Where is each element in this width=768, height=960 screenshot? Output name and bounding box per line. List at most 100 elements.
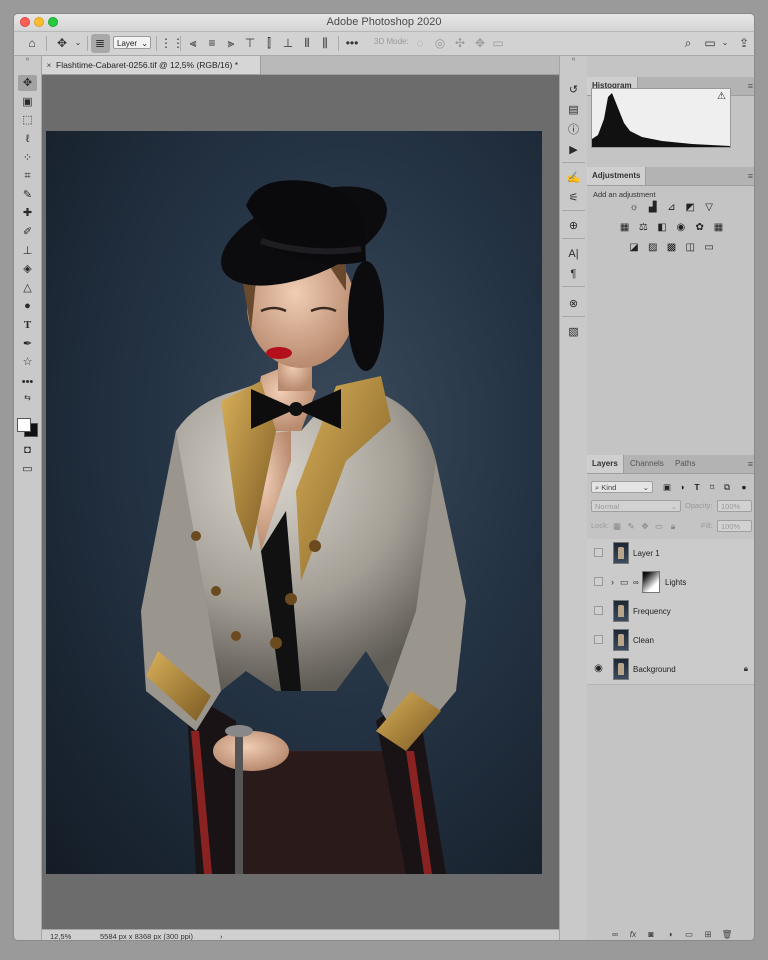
chevron-down-icon[interactable]: ⌄ bbox=[717, 35, 733, 51]
chevron-right-icon[interactable]: › bbox=[220, 930, 223, 940]
panel-menu-icon[interactable]: ≡ bbox=[748, 455, 753, 473]
pan-3d-icon[interactable]: ✣ bbox=[452, 35, 468, 51]
align-center-icon[interactable]: ≡ bbox=[204, 35, 220, 51]
roll-3d-icon[interactable]: ◎ bbox=[432, 35, 448, 51]
distribute-icon[interactable]: ⦀ bbox=[299, 35, 315, 51]
layer-row[interactable]: Layer 1 bbox=[587, 539, 754, 569]
pen-tool-icon[interactable]: ✒ bbox=[18, 336, 37, 352]
foreground-color-swatch[interactable] bbox=[17, 418, 31, 432]
new-group-icon[interactable]: ▭ bbox=[683, 929, 695, 940]
align-top-icon[interactable]: ⊤ bbox=[242, 35, 258, 51]
brush-settings-icon[interactable]: ⚟ bbox=[565, 190, 582, 206]
eraser-tool-icon[interactable]: ◈ bbox=[18, 261, 37, 277]
healing-brush-tool-icon[interactable]: ✚ bbox=[18, 205, 37, 221]
eyedropper-tool-icon[interactable]: ✎ bbox=[18, 187, 37, 203]
filter-pixel-icon[interactable]: ▣ bbox=[661, 481, 673, 493]
panel-menu-icon[interactable]: ≡ bbox=[748, 77, 753, 95]
align-left-icon[interactable]: ⫷ bbox=[185, 35, 201, 51]
distribute-spacing-icon[interactable]: ⫼ bbox=[317, 35, 333, 51]
zoom-level[interactable]: 12,5% bbox=[50, 930, 71, 940]
filter-shape-icon[interactable]: ⌑ bbox=[706, 481, 718, 493]
link-layers-icon[interactable]: ∞ bbox=[609, 929, 621, 939]
black-white-icon[interactable]: ◧ bbox=[655, 222, 669, 234]
chevron-right-icon[interactable]: › bbox=[611, 568, 614, 597]
more-options-icon[interactable]: ••• bbox=[344, 35, 360, 51]
info-icon[interactable]: ⓘ bbox=[565, 122, 582, 138]
auto-select-target-dropdown[interactable]: Layer ⌄ bbox=[113, 36, 151, 49]
fx-icon[interactable]: fx bbox=[627, 929, 639, 939]
brightness-contrast-icon[interactable]: ☼ bbox=[627, 202, 641, 214]
tab-adjustments[interactable]: Adjustments bbox=[587, 167, 647, 185]
search-icon[interactable]: ⌕ bbox=[680, 35, 696, 51]
channel-mixer-icon[interactable]: ✿ bbox=[693, 222, 707, 234]
align-right-icon[interactable]: ⫸ bbox=[223, 35, 239, 51]
layer-group-row[interactable]: › ▭ ∞ Lights bbox=[587, 568, 754, 598]
chevron-down-icon[interactable]: ⌄ bbox=[70, 35, 86, 51]
brush-tool-icon[interactable]: ✐ bbox=[18, 224, 37, 240]
layer-row[interactable]: Frequency bbox=[587, 597, 754, 627]
filter-adjustment-icon[interactable]: ◑ bbox=[676, 481, 688, 493]
move-tool-icon[interactable]: ✥ bbox=[18, 75, 37, 91]
fill-field[interactable]: 100% bbox=[717, 520, 752, 532]
visibility-toggle[interactable] bbox=[594, 548, 603, 557]
dodge-tool-icon[interactable]: ● bbox=[18, 298, 37, 314]
exposure-icon[interactable]: ◩ bbox=[683, 202, 697, 214]
clone-stamp-tool-icon[interactable]: ⊥ bbox=[18, 243, 37, 259]
trash-icon[interactable]: 🗑︎ bbox=[721, 929, 733, 940]
visibility-toggle[interactable] bbox=[594, 606, 603, 615]
align-bottom-icon[interactable]: ⊥ bbox=[280, 35, 296, 51]
paragraph-icon[interactable]: ¶ bbox=[565, 266, 582, 282]
scale-3d-icon[interactable]: ▭ bbox=[490, 35, 506, 51]
curves-icon[interactable]: ⊿ bbox=[665, 202, 679, 214]
tab-channels[interactable]: Channels bbox=[625, 455, 669, 473]
color-lookup-icon[interactable]: ▦ bbox=[711, 222, 725, 234]
more-tools-icon[interactable]: ••• bbox=[18, 374, 37, 390]
blur-tool-icon[interactable]: △ bbox=[18, 280, 37, 296]
filter-kind-dropdown[interactable]: ⌕ Kind ⌄ bbox=[591, 481, 653, 493]
swap-colors-icon[interactable]: ⇆ bbox=[18, 390, 37, 406]
hue-saturation-icon[interactable]: ▦ bbox=[618, 222, 632, 234]
new-adjustment-layer-icon[interactable]: ◑ bbox=[664, 929, 676, 939]
quick-selection-tool-icon[interactable]: ⁘ bbox=[18, 150, 37, 166]
filter-type-icon[interactable]: T bbox=[691, 481, 703, 493]
layer-mask-thumbnail[interactable] bbox=[642, 571, 660, 593]
layer-row[interactable]: Clean bbox=[587, 626, 754, 656]
visibility-toggle[interactable] bbox=[594, 577, 603, 586]
add-mask-icon[interactable]: ◙ bbox=[645, 929, 657, 939]
character-icon[interactable]: A| bbox=[565, 246, 582, 262]
shape-tool-icon[interactable]: ☆ bbox=[18, 354, 37, 370]
threshold-icon[interactable]: ▩ bbox=[665, 242, 679, 254]
color-balance-icon[interactable]: ⚖ bbox=[636, 222, 650, 234]
lasso-tool-icon[interactable]: ℓ bbox=[18, 131, 37, 147]
lock-position-icon[interactable]: ✥ bbox=[639, 520, 651, 532]
visibility-toggle[interactable] bbox=[594, 635, 603, 644]
minimize-window-button[interactable] bbox=[34, 17, 44, 27]
move-tool-icon[interactable]: ✥ bbox=[54, 35, 70, 51]
selective-color-icon[interactable]: ◫ bbox=[683, 242, 697, 254]
type-tool-icon[interactable]: T bbox=[18, 317, 37, 333]
layer-row[interactable]: ◉ Background 🔒︎ bbox=[587, 655, 754, 685]
transform-controls-icon[interactable]: ⋮⋮ bbox=[160, 35, 184, 51]
tab-layers[interactable]: Layers bbox=[587, 455, 624, 473]
slide-3d-icon[interactable]: ✥ bbox=[472, 35, 488, 51]
quick-mask-icon[interactable]: ◘ bbox=[18, 442, 37, 458]
gradients-icon[interactable]: ▧ bbox=[565, 324, 582, 340]
workspace-icon[interactable]: ▭ bbox=[702, 35, 718, 51]
zoom-window-button[interactable] bbox=[48, 17, 58, 27]
document-canvas[interactable] bbox=[42, 75, 559, 929]
opacity-field[interactable]: 100% bbox=[717, 500, 752, 512]
actions-play-icon[interactable]: ▶ bbox=[565, 142, 582, 158]
photo-filter-icon[interactable]: ◉ bbox=[674, 222, 688, 234]
navigator-icon[interactable]: ⊗ bbox=[565, 296, 582, 312]
tab-paths[interactable]: Paths bbox=[670, 455, 700, 473]
crop-tool-icon[interactable]: ⌗ bbox=[18, 168, 37, 184]
warning-icon[interactable]: ⚠ bbox=[717, 91, 726, 102]
share-icon[interactable]: ⇪ bbox=[736, 35, 752, 51]
gradient-map-icon[interactable]: ▭ bbox=[702, 242, 716, 254]
orbit-3d-icon[interactable]: ◌ bbox=[412, 35, 428, 51]
vibrance-icon[interactable]: ▽ bbox=[702, 202, 716, 214]
lock-pixels-icon[interactable]: ✎ bbox=[625, 520, 637, 532]
levels-icon[interactable]: ▟ bbox=[646, 202, 660, 214]
document-tab[interactable]: × Flashtime-Cabaret-0256.tif @ 12,5% (RGB… bbox=[42, 56, 261, 74]
home-icon[interactable]: ⌂ bbox=[24, 35, 40, 51]
